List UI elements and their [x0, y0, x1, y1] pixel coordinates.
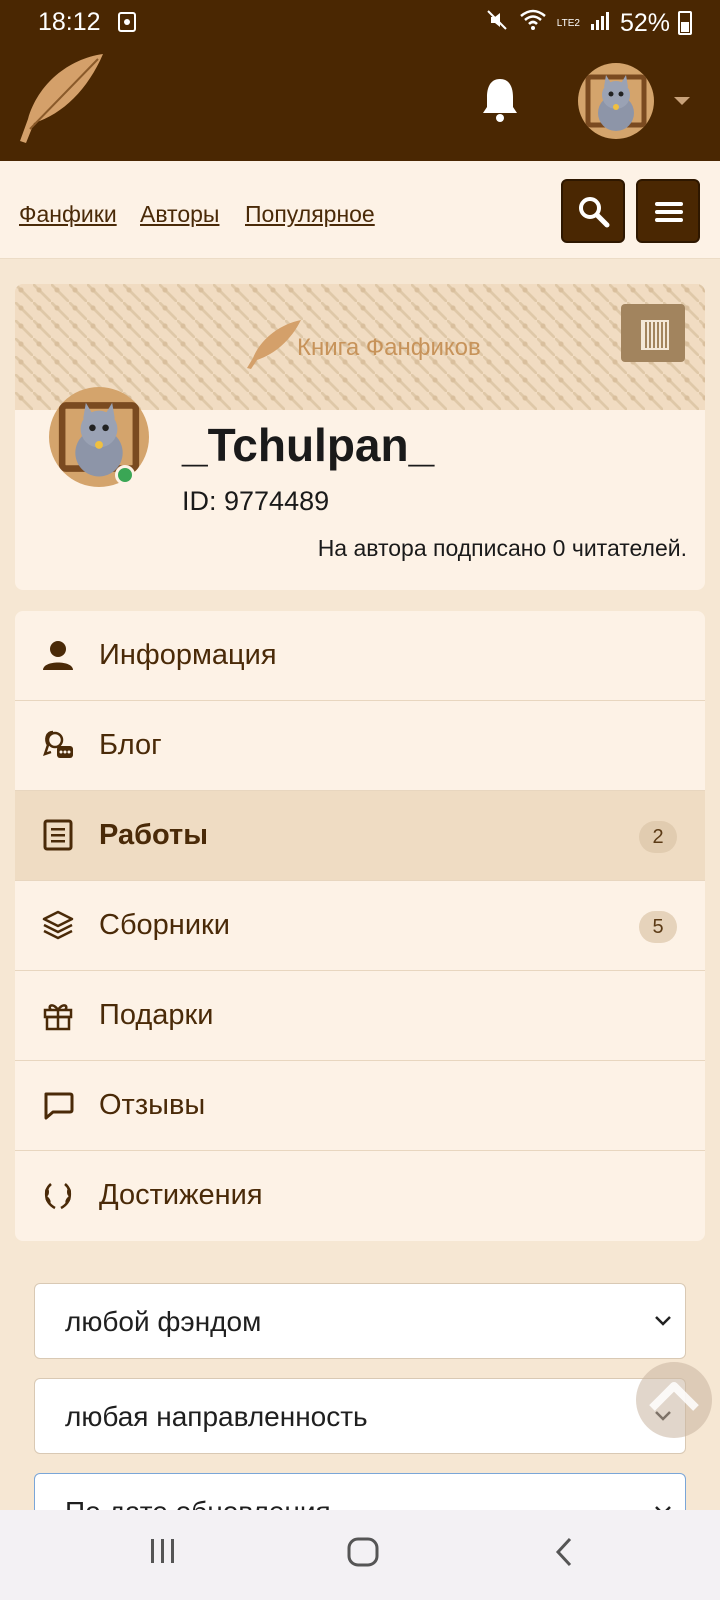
- menu-item-achievements[interactable]: Достижения: [15, 1151, 705, 1241]
- menu-item-label: Работы: [99, 819, 208, 851]
- nav-link-authors[interactable]: Авторы: [140, 201, 219, 228]
- fandom-select[interactable]: любой фэндом: [34, 1283, 686, 1359]
- bell-icon[interactable]: [480, 75, 520, 123]
- app-header: [0, 45, 720, 161]
- menu-item-collections[interactable]: Сборники 5: [15, 881, 705, 971]
- count-badge: 5: [639, 911, 677, 943]
- profile-menu: Информация Блог Работы 2 Сборники 5 Пода…: [15, 611, 705, 1241]
- laurel-icon: [41, 1178, 75, 1212]
- android-nav-bar: [0, 1510, 720, 1600]
- chevron-up-icon: [649, 1382, 699, 1411]
- menu-item-reviews[interactable]: Отзывы: [15, 1061, 705, 1151]
- avatar[interactable]: [578, 63, 654, 139]
- status-bar: 18:12 LTE2 52%: [0, 0, 720, 45]
- menu-item-label: Сборники: [99, 909, 230, 941]
- user-icon: [41, 638, 75, 672]
- status-time: 18:12: [38, 8, 101, 36]
- subscribers-count: На автора подписано 0 читателей.: [317, 535, 687, 561]
- menu-item-works[interactable]: Работы 2: [15, 791, 705, 881]
- document-icon: [41, 818, 75, 852]
- nav-link-popular[interactable]: Популярное: [245, 201, 375, 228]
- menu-button[interactable]: [636, 179, 700, 243]
- battery-icon: [678, 11, 692, 35]
- mute-icon: [485, 8, 509, 39]
- menu-item-label: Информация: [99, 639, 277, 671]
- user-id: ID: 9774489: [182, 486, 330, 516]
- menu-item-label: Достижения: [99, 1179, 263, 1211]
- nav-link-fanfics[interactable]: Фанфики: [19, 201, 117, 228]
- home-icon[interactable]: [346, 1536, 380, 1573]
- recent-apps-icon[interactable]: [148, 1536, 178, 1571]
- chevron-down-icon: [655, 1316, 671, 1326]
- comment-icon: [41, 1088, 75, 1122]
- wifi-icon: [519, 8, 547, 39]
- scroll-to-top-button[interactable]: [636, 1362, 712, 1438]
- menu-item-label: Блог: [99, 729, 162, 761]
- menu-item-blog[interactable]: Блог: [15, 701, 705, 791]
- menu-item-label: Отзывы: [99, 1089, 206, 1121]
- count-badge: 2: [639, 821, 677, 853]
- search-icon: [579, 197, 610, 228]
- online-status-dot: [115, 465, 135, 485]
- chevron-down-icon[interactable]: [674, 97, 690, 105]
- menu-item-info[interactable]: Информация: [15, 611, 705, 701]
- top-nav: Фанфики Авторы Популярное: [0, 161, 720, 259]
- search-button[interactable]: [561, 179, 625, 243]
- menu-item-gifts[interactable]: Подарки: [15, 971, 705, 1061]
- blog-icon: [41, 728, 75, 762]
- menu-item-label: Подарки: [99, 999, 214, 1031]
- select-value: любая направленность: [65, 1401, 368, 1432]
- banner-edit-button[interactable]: [621, 304, 685, 362]
- banner-title: Книга Фанфиков: [297, 334, 481, 361]
- username: _Tchulpan_: [182, 419, 435, 471]
- signal-icon: [590, 9, 610, 38]
- gift-icon: [41, 998, 75, 1032]
- quill-icon[interactable]: [8, 49, 108, 149]
- layers-icon: [41, 908, 75, 942]
- notification-icon: [118, 12, 136, 32]
- select-value: любой фэндом: [65, 1306, 262, 1337]
- quill-icon: [243, 318, 303, 375]
- direction-select[interactable]: любая направленность: [34, 1378, 686, 1454]
- lte-label: LTE2: [556, 17, 580, 29]
- battery-percent: 52%: [619, 9, 670, 37]
- hamburger-icon: [655, 202, 683, 222]
- back-icon[interactable]: [552, 1536, 576, 1573]
- status-icons: LTE2 52%: [485, 8, 670, 39]
